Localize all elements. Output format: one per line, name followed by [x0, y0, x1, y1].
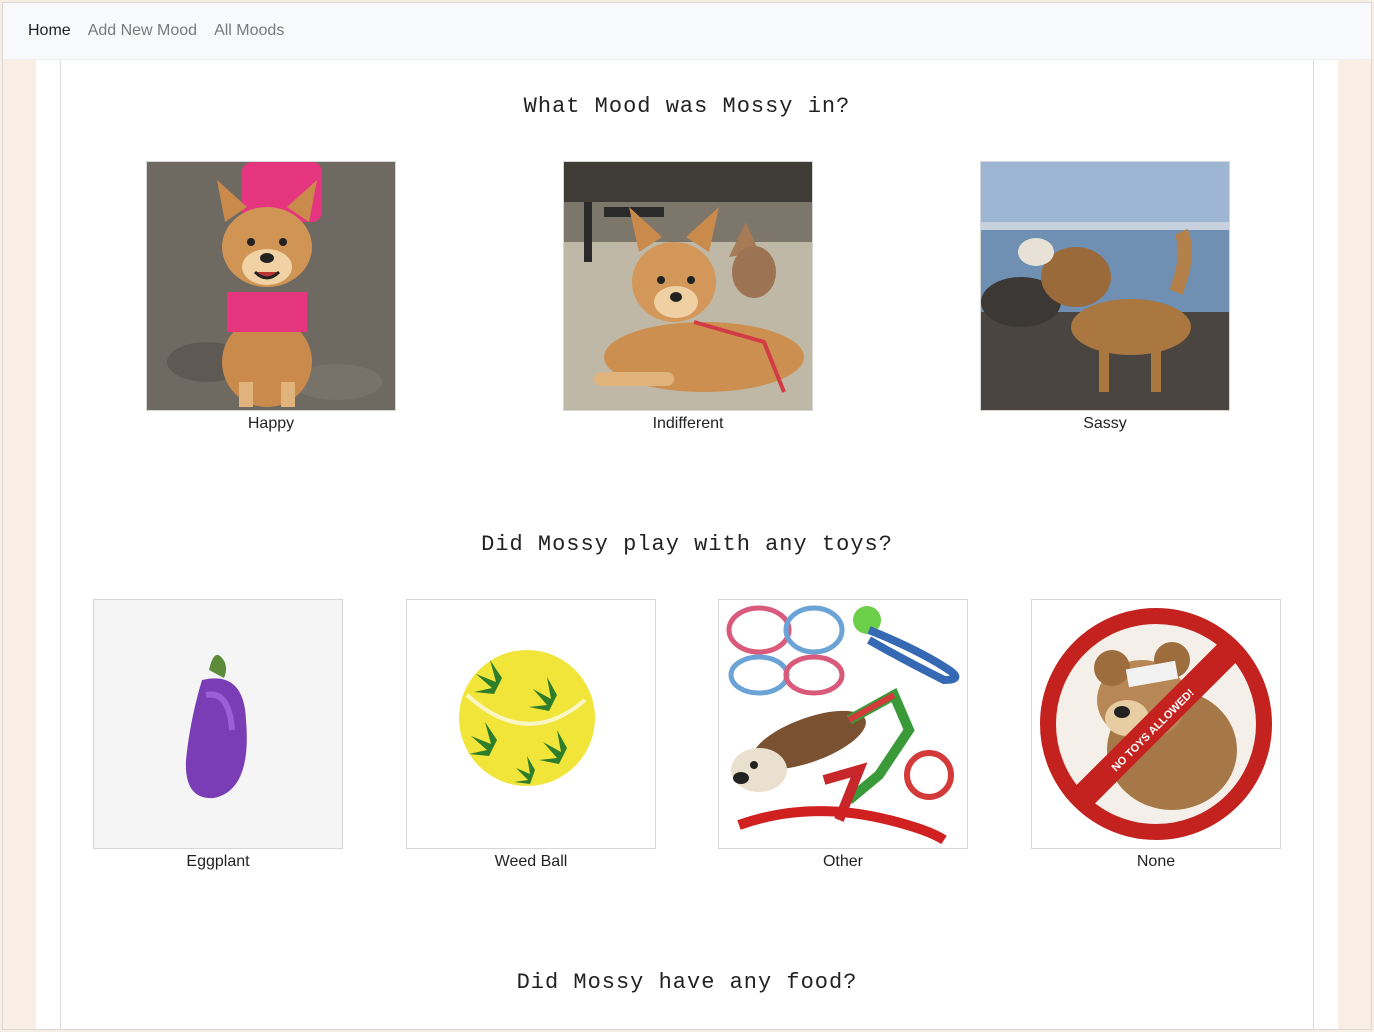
nav-home-link[interactable]: Home: [28, 22, 71, 40]
dog-indifferent-photo[interactable]: [563, 161, 813, 411]
content-panel: What Mood was Mossy in? Happy Indifferen…: [60, 60, 1314, 1029]
toy-option-other-label: Other: [822, 853, 863, 870]
mood-option-indifferent[interactable]: Indifferent: [563, 161, 813, 433]
page-container: What Mood was Mossy in? Happy Indifferen…: [36, 60, 1338, 1029]
dog-sassy-photo[interactable]: [980, 161, 1230, 411]
food-section-title: Did Mossy have any food?: [516, 970, 858, 995]
nav-all-moods-link[interactable]: All Moods: [214, 22, 284, 40]
toy-option-none-label: None: [1136, 853, 1176, 870]
toy-option-eggplant-label: Eggplant: [186, 853, 250, 870]
mood-option-sassy[interactable]: Sassy: [980, 161, 1230, 433]
assorted-toys-image[interactable]: [718, 599, 968, 849]
toy-option-eggplant[interactable]: Eggplant: [93, 599, 343, 871]
mood-section-title: What Mood was Mossy in?: [523, 94, 851, 119]
mood-option-happy[interactable]: Happy: [146, 161, 396, 433]
toy-option-weed-ball-label: Weed Ball: [494, 853, 568, 870]
eggplant-toy-image[interactable]: [93, 599, 343, 849]
nav-add-new-mood-link[interactable]: Add New Mood: [88, 22, 197, 40]
left-gutter: [3, 60, 36, 1029]
mood-option-indifferent-label: Indifferent: [652, 415, 724, 432]
mood-option-sassy-label: Sassy: [1083, 415, 1127, 432]
toy-option-other[interactable]: Other: [718, 599, 968, 871]
mood-option-happy-label: Happy: [247, 415, 295, 432]
toy-option-weed-ball[interactable]: Weed Ball: [406, 599, 656, 871]
toys-section-title: Did Mossy play with any toys?: [481, 532, 893, 557]
no-toys-image[interactable]: NO TOYS ALLOWED!: [1031, 599, 1281, 849]
browser-frame: Home Add New Mood All Moods What Mood wa…: [2, 2, 1372, 1030]
dog-happy-photo[interactable]: [146, 161, 396, 411]
weed-ball-toy-image[interactable]: [406, 599, 656, 849]
toy-option-none[interactable]: NO TOYS ALLOWED! None: [1031, 599, 1281, 871]
top-navbar: Home Add New Mood All Moods: [3, 3, 1371, 60]
